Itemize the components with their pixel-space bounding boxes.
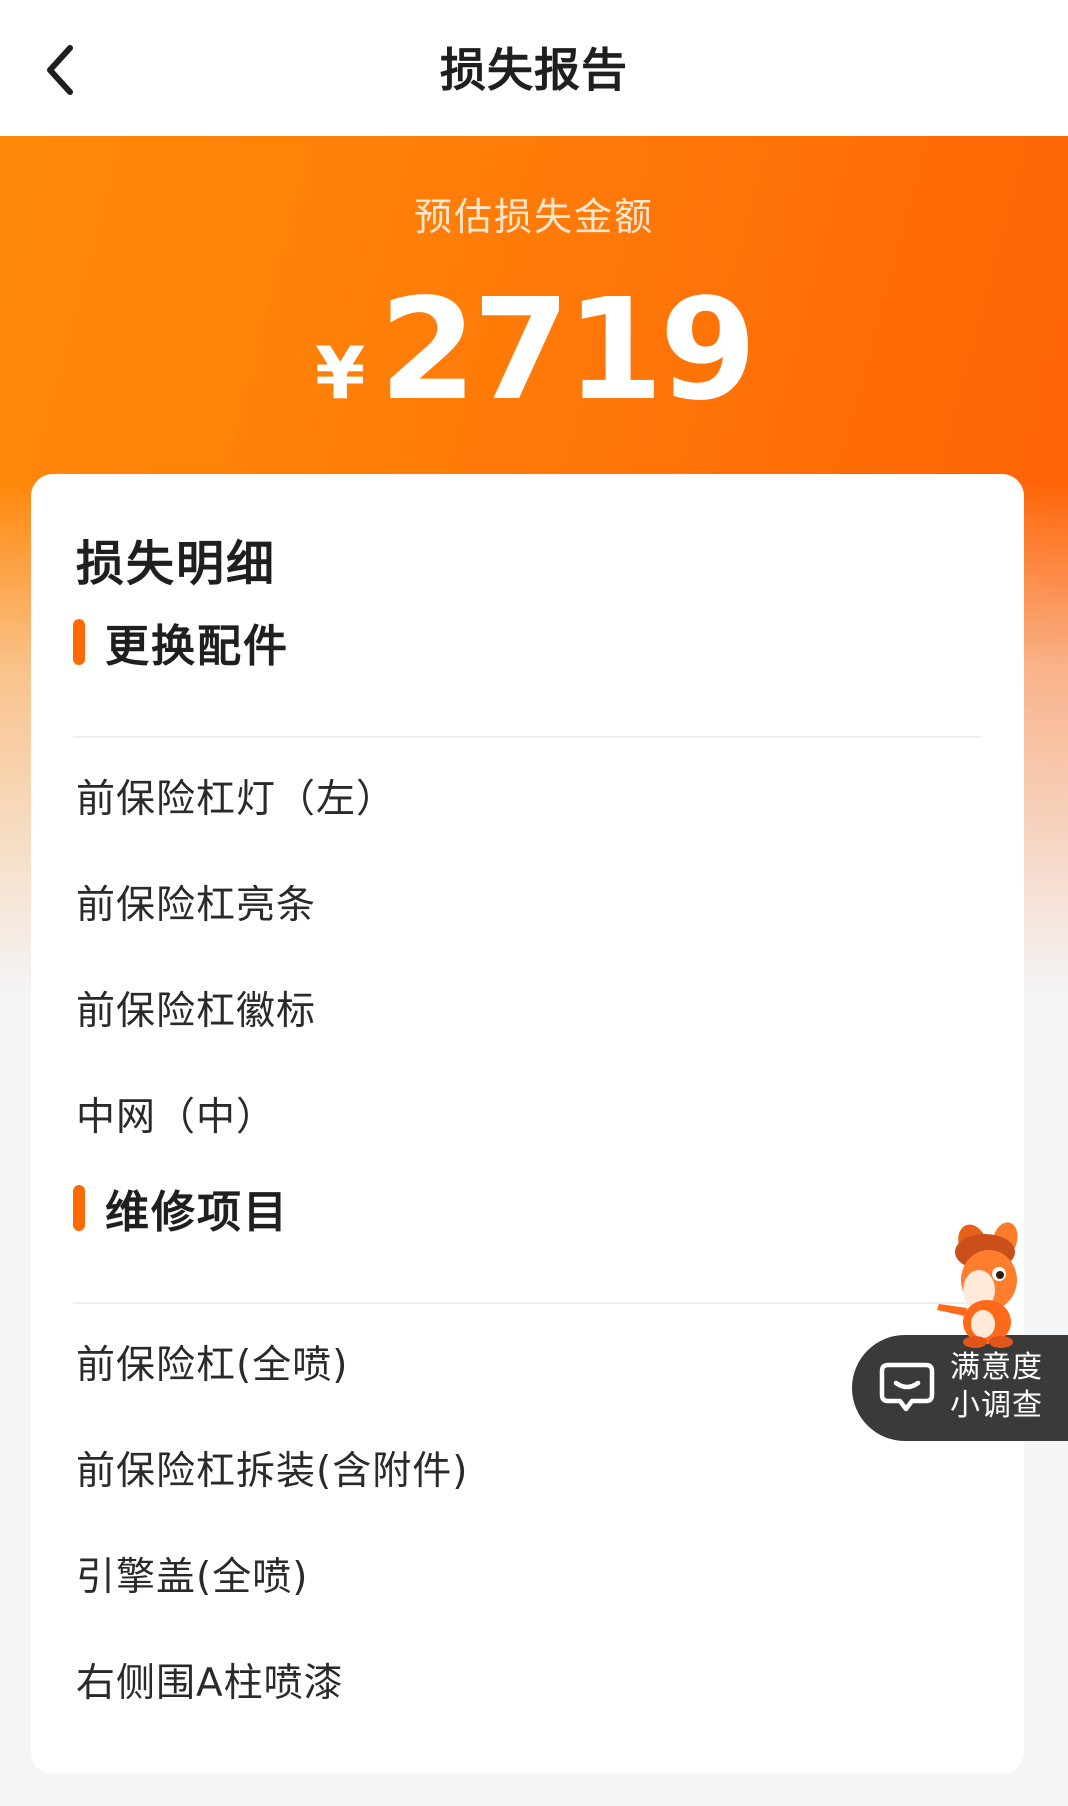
currency-symbol: ¥ [315, 331, 366, 415]
card-title: 损失明细 [76, 536, 277, 592]
divider [73, 736, 982, 738]
list-item: 中网（中） [76, 1095, 277, 1140]
section-header-parts: 更换配件 [73, 612, 289, 672]
survey-label-line1: 满意度 [950, 1350, 1043, 1385]
estimate-label: 预估损失金额 [413, 195, 654, 239]
loss-details-card: 损失明细 更换配件 前保险杠灯（左） 前保险杠亮条 前保险杠徽标 中网（中） 维… [31, 474, 1024, 1774]
list-item: 前保险杠灯（左） [76, 777, 397, 822]
list-item: 引擎盖(全喷) [76, 1555, 309, 1600]
chat-icon [879, 1362, 935, 1412]
list-item: 右侧围A柱喷漆 [76, 1661, 344, 1706]
section-accent-bar [73, 1185, 85, 1231]
mascot-illustration [937, 1222, 1018, 1348]
estimate-amount: ¥2719 [0, 276, 1068, 426]
section-accent-bar [73, 619, 85, 665]
satisfaction-survey-button[interactable]: 满意度 小调查 [852, 1335, 1068, 1441]
list-item: 前保险杠亮条 [76, 883, 317, 928]
survey-label: 满意度 小调查 [950, 1349, 1043, 1425]
section-title-parts: 更换配件 [105, 621, 289, 672]
list-item: 前保险杠(全喷) [76, 1343, 349, 1388]
section-title-repairs: 维修项目 [105, 1187, 289, 1238]
page-title: 损失报告 [440, 43, 628, 97]
section-header-repairs: 维修项目 [73, 1178, 289, 1238]
mascot-character[interactable] [925, 1218, 1045, 1348]
amount-value: 2719 [379, 269, 757, 432]
nav-bar: 损失报告 [0, 0, 1068, 136]
divider [73, 1302, 982, 1304]
list-item: 前保险杠拆装(含附件) [76, 1449, 469, 1494]
list-item: 前保险杠徽标 [76, 989, 317, 1034]
survey-label-line2: 小调查 [950, 1388, 1043, 1423]
